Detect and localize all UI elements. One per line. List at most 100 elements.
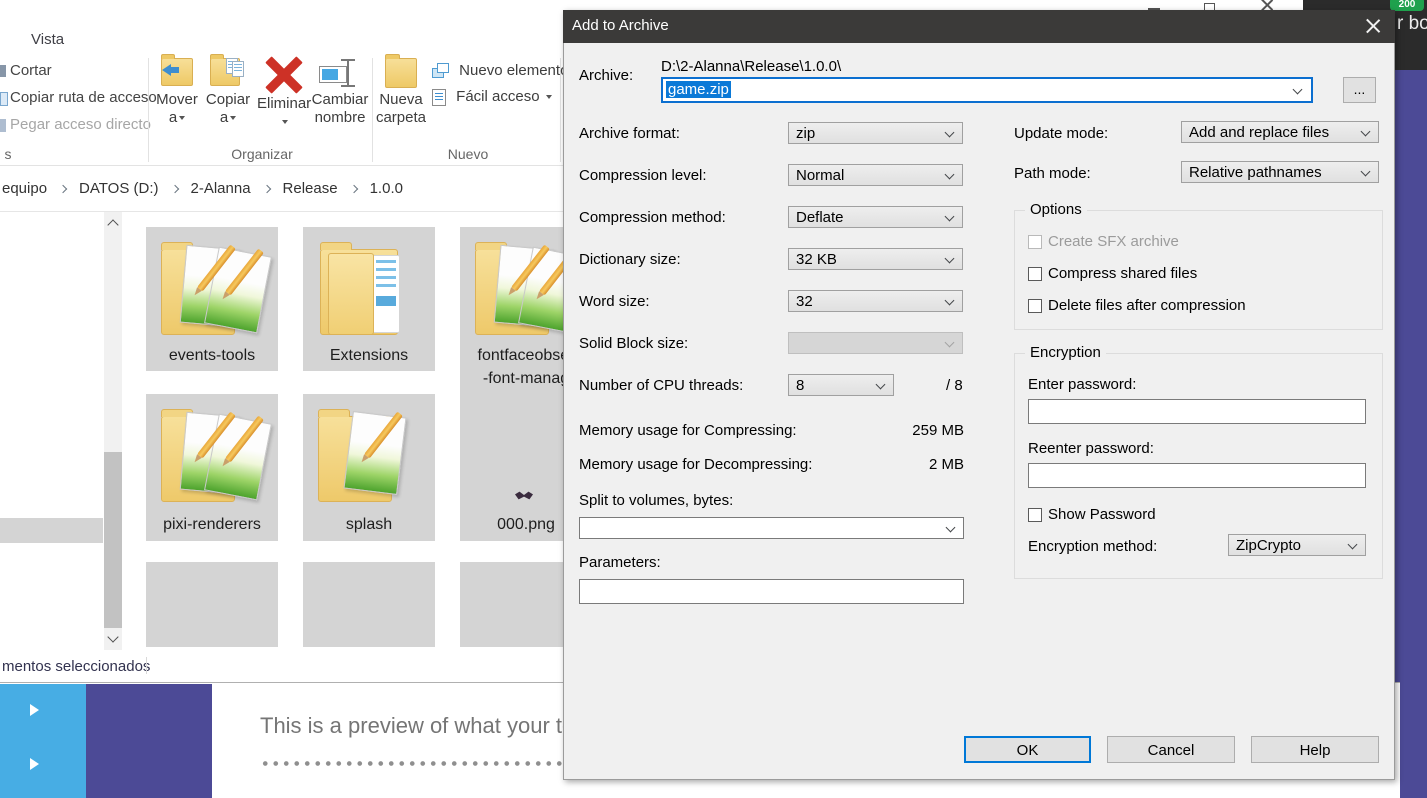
breadcrumb-item[interactable]: 1.0.0 <box>370 180 403 197</box>
compression-method-select[interactable]: Deflate <box>788 206 963 228</box>
selected-filename: game.zip <box>666 81 731 98</box>
memory-compress-value: 259 MB <box>579 422 964 439</box>
dialog-title-bar[interactable]: Add to Archive <box>563 10 1395 43</box>
breadcrumb-item[interactable]: equipo <box>2 180 47 197</box>
archive-path: D:\2-Alanna\Release\1.0.0\ <box>661 58 841 75</box>
cpu-threads-label: Number of CPU threads: <box>579 377 743 394</box>
easy-access-label: Fácil acceso <box>456 88 539 105</box>
path-mode-select[interactable]: Relative pathnames <box>1181 161 1379 183</box>
breadcrumb-chevron-icon <box>59 185 67 193</box>
file-name: pixi-renderers <box>146 516 278 534</box>
parameters-label: Parameters: <box>579 554 661 571</box>
vertical-scrollbar[interactable] <box>104 212 122 650</box>
rename-label: Cambiar <box>312 91 369 108</box>
checkbox-icon <box>1028 235 1042 249</box>
delete-button[interactable]: Eliminar <box>257 58 311 131</box>
image-thumbnail-icon <box>515 490 533 501</box>
play-arrow-icon[interactable] <box>30 704 39 716</box>
ribbon-item-cut[interactable]: Cortar <box>10 62 52 79</box>
background-partial-text: r bod <box>1397 13 1427 35</box>
checkbox-icon[interactable] <box>1028 299 1042 313</box>
scroll-down-icon[interactable] <box>107 631 118 642</box>
new-folder-label: Nueva <box>379 91 422 108</box>
tab-vista[interactable]: Vista <box>31 31 64 48</box>
rename-button[interactable]: Cambiar nombre <box>311 58 369 127</box>
chevron-down-icon <box>230 116 236 120</box>
encryption-groupbox: Encryption Enter password: Reenter passw… <box>1014 353 1383 579</box>
file-tile-events-tools[interactable]: events-tools <box>146 227 278 371</box>
folder-icon <box>314 235 424 343</box>
group-label-organize: Organizar <box>152 146 372 162</box>
update-mode-label: Update mode: <box>1014 125 1108 142</box>
folder-icon <box>157 402 267 510</box>
file-tile-partial[interactable] <box>303 562 435 647</box>
update-mode-select[interactable]: Add and replace files <box>1181 121 1379 143</box>
archive-format-select[interactable]: zip <box>788 122 963 144</box>
file-tile-partial[interactable] <box>146 562 278 647</box>
ok-button[interactable]: OK <box>964 736 1091 763</box>
breadcrumb-item[interactable]: 2-Alanna <box>191 180 251 197</box>
create-sfx-checkbox-row: Create SFX archive <box>1028 233 1179 250</box>
help-button[interactable]: Help <box>1251 736 1379 763</box>
encryption-method-select[interactable]: ZipCrypto <box>1228 534 1366 556</box>
encryption-method-label: Encryption method: <box>1028 538 1157 555</box>
new-item-button[interactable]: Nuevo elemento <box>432 62 581 79</box>
compression-level-label: Compression level: <box>579 167 707 184</box>
cpu-threads-select[interactable]: 8 <box>788 374 894 396</box>
folder-icon <box>157 235 267 343</box>
split-volumes-label: Split to volumes, bytes: <box>579 492 733 509</box>
dialog-close-button[interactable] <box>1350 10 1395 43</box>
dictionary-size-label: Dictionary size: <box>579 251 681 268</box>
path-mode-label: Path mode: <box>1014 165 1091 182</box>
ribbon-item-copy-path[interactable]: Copiar ruta de acceso <box>10 89 157 106</box>
new-folder-button[interactable]: Nueva carpeta <box>374 58 428 127</box>
copy-to-icon <box>210 58 246 88</box>
play-arrow-icon[interactable] <box>30 758 39 770</box>
split-volumes-combo[interactable] <box>579 517 964 539</box>
cancel-button[interactable]: Cancel <box>1107 736 1235 763</box>
compress-shared-checkbox-row[interactable]: Compress shared files <box>1028 265 1197 282</box>
word-size-select[interactable]: 32 <box>788 290 963 312</box>
cpu-threads-max: / 8 <box>946 377 963 394</box>
browse-button[interactable]: ... <box>1343 77 1376 103</box>
preview-dotted-line <box>260 759 570 768</box>
archive-format-label: Archive format: <box>579 125 680 142</box>
options-legend: Options <box>1025 201 1087 218</box>
checkbox-icon[interactable] <box>1028 508 1042 522</box>
solid-block-size-label: Solid Block size: <box>579 335 688 352</box>
selection-status: mentos seleccionados <box>2 658 150 675</box>
scrollbar-thumb[interactable] <box>104 452 122 628</box>
ribbon-separator <box>372 58 373 162</box>
dialog-title: Add to Archive <box>572 17 669 34</box>
checkbox-icon[interactable] <box>1028 267 1042 281</box>
scroll-up-icon[interactable] <box>107 219 118 230</box>
file-tile-pixi-renderers[interactable]: pixi-renderers <box>146 394 278 541</box>
options-groupbox: Options Create SFX archive Compress shar… <box>1014 210 1383 330</box>
archive-name-input[interactable]: game.zip <box>661 77 1313 103</box>
breadcrumb-item[interactable]: Release <box>283 180 338 197</box>
dictionary-size-select[interactable]: 32 KB <box>788 248 963 270</box>
close-icon <box>1366 19 1380 33</box>
enter-password-label: Enter password: <box>1028 376 1136 393</box>
file-name: Extensions <box>303 347 435 365</box>
file-name: events-tools <box>146 347 278 365</box>
delete-label: Eliminar <box>257 95 311 112</box>
file-tile-splash[interactable]: splash <box>303 394 435 541</box>
easy-access-button[interactable]: Fácil acceso <box>432 88 552 106</box>
parameters-input[interactable] <box>579 579 964 604</box>
paste-shortcut-icon <box>0 119 6 132</box>
reenter-password-input[interactable] <box>1028 463 1366 488</box>
preview-sidebar <box>0 684 86 798</box>
file-tile-extensions[interactable]: Extensions <box>303 227 435 371</box>
breadcrumb-item[interactable]: DATOS (D:) <box>79 180 158 197</box>
show-password-checkbox-row[interactable]: Show Password <box>1028 506 1156 523</box>
status-separator <box>146 657 147 674</box>
copy-to-button[interactable]: Copiar a <box>203 58 253 127</box>
ribbon-item-paste-shortcut: Pegar acceso directo <box>10 116 151 133</box>
compression-level-select[interactable]: Normal <box>788 164 963 186</box>
delete-icon <box>266 58 302 92</box>
delete-after-checkbox-row[interactable]: Delete files after compression <box>1028 297 1246 314</box>
new-item-label: Nuevo elemento <box>459 62 568 79</box>
move-to-button[interactable]: Mover a <box>152 58 202 127</box>
enter-password-input[interactable] <box>1028 399 1366 424</box>
